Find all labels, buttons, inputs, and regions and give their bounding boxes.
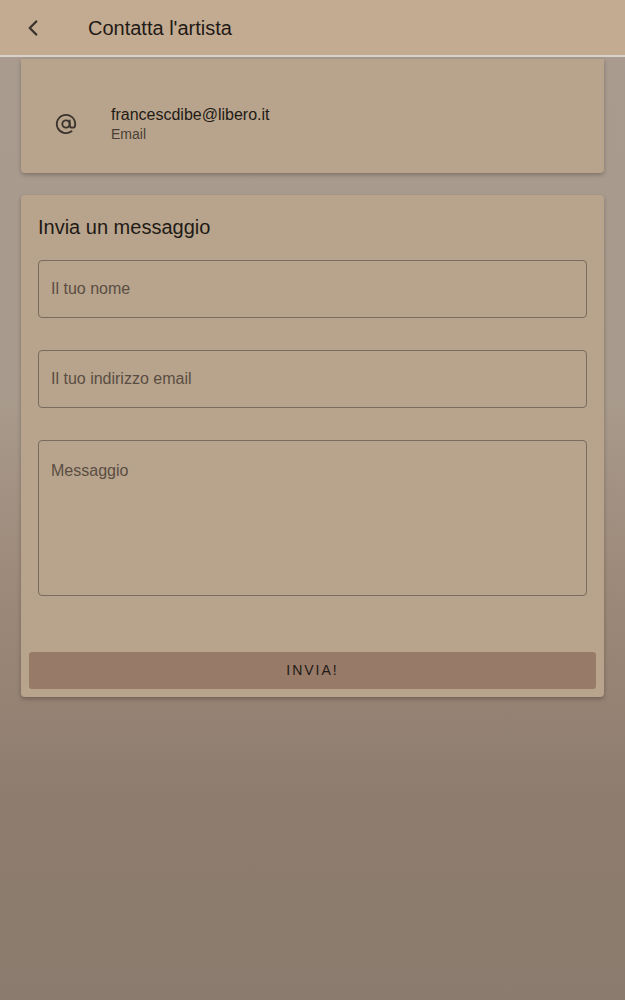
text-input[interactable] — [38, 350, 587, 408]
contact-info[interactable]: francescdibe@libero.itEmail — [111, 105, 270, 143]
contact-card: francescdibe@libero.itEmail — [21, 59, 604, 173]
back-button[interactable] — [0, 0, 64, 55]
form-fields — [29, 260, 596, 596]
at-sign-icon — [55, 113, 77, 135]
message-card: Invia un messaggio INVIA! — [21, 195, 604, 697]
contact-label: Email — [111, 125, 270, 143]
content: francescdibe@libero.itEmail Invia un mess… — [0, 57, 625, 697]
submit-button[interactable]: INVIA! — [29, 652, 596, 689]
message-textarea[interactable] — [38, 440, 587, 596]
contact-email[interactable]: francescdibe@libero.it — [111, 105, 270, 125]
text-input[interactable] — [38, 260, 587, 318]
top-bar: Contatta l'artista — [0, 0, 625, 57]
form-title: Invia un messaggio — [29, 213, 596, 241]
chevron-left-icon — [20, 15, 46, 41]
page-title: Contatta l'artista — [88, 13, 232, 43]
app-screen: Contatta l'artista francescdibe@libero.it… — [0, 0, 625, 1000]
